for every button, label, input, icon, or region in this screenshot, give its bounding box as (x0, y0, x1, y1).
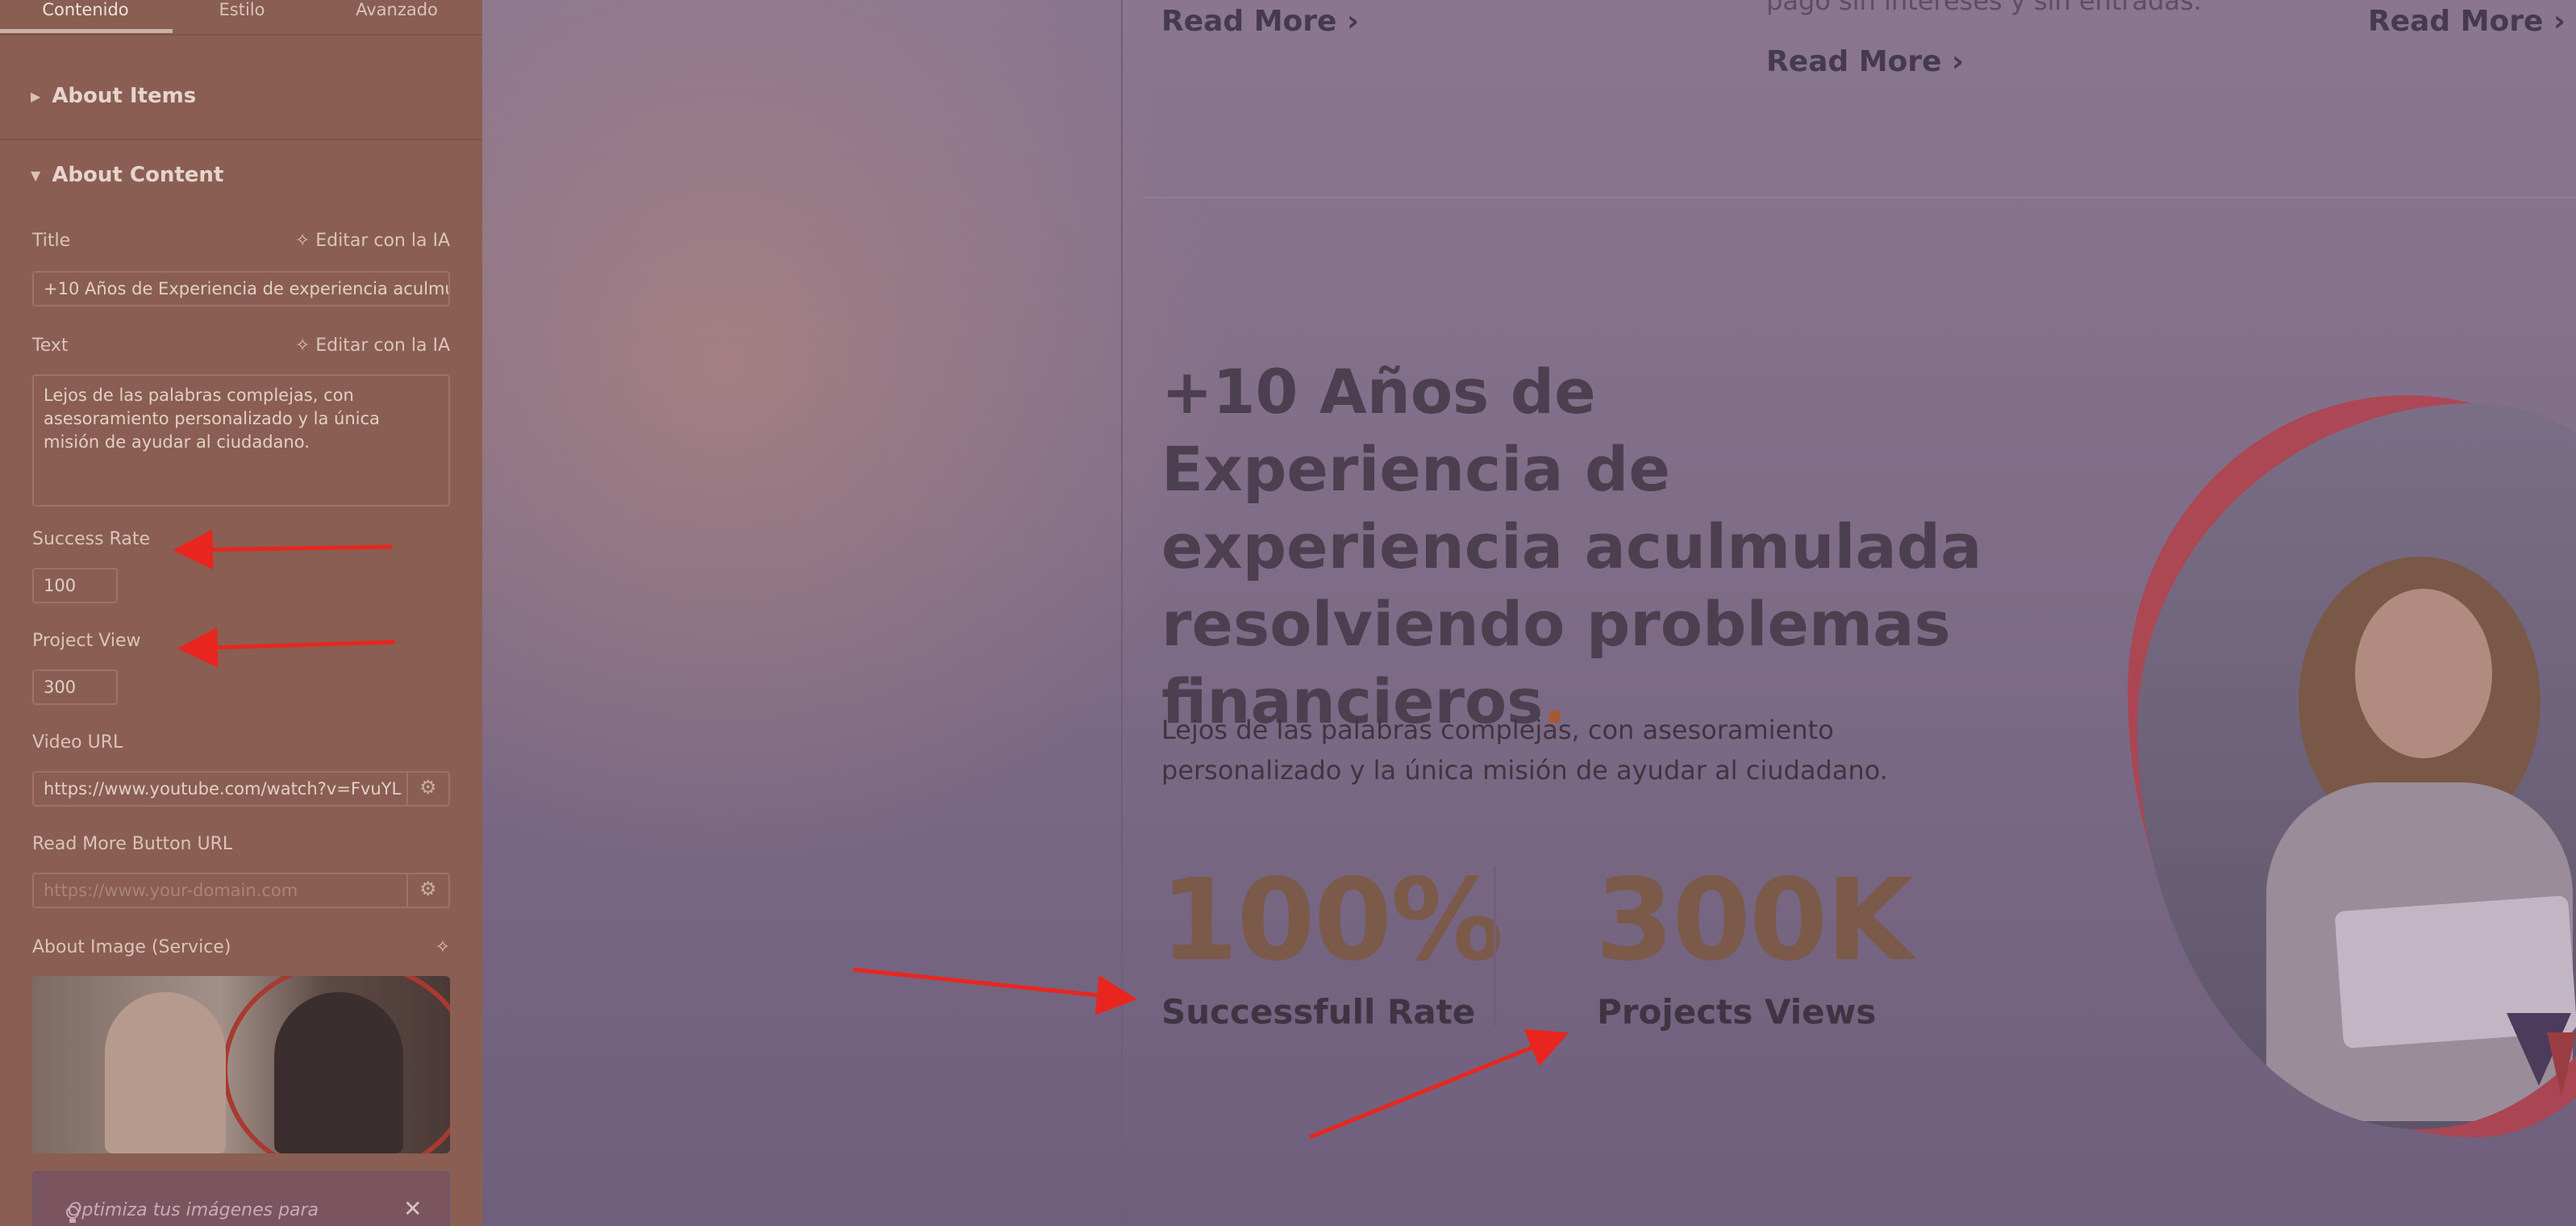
section-about-content[interactable]: ▼ About Content (31, 163, 223, 187)
title-label: Title (32, 231, 71, 251)
chevron-right-icon: › (1347, 5, 1359, 38)
read-more-label: Read More (2368, 5, 2544, 38)
read-more-link-2[interactable]: Read More › (1766, 45, 1964, 78)
editor-tabs: Contenido Estilo Avanzado (0, 0, 482, 34)
caret-down-icon: ▼ (31, 167, 41, 183)
success-rate-label: Success Rate (32, 529, 150, 549)
section-divider (0, 139, 482, 140)
close-icon[interactable]: ✕ (403, 1195, 422, 1222)
about-heading: +10 Años de Experiencia de experiencia a… (1161, 353, 2016, 740)
input-divider (406, 874, 408, 907)
page-preview: Read More › pago sin intereses y sin ent… (482, 0, 2576, 1226)
triangle-decoration (2547, 1032, 2576, 1097)
stat-projects-number: 300K (1595, 855, 1914, 986)
about-description: Lejos de las palabras complejas, con ase… (1161, 715, 1888, 786)
stat-projects-label: Projects Views (1597, 992, 1877, 1032)
read-more-label: Read More (1766, 45, 1942, 78)
gear-icon[interactable]: ⚙ (419, 776, 437, 799)
column-divider (1121, 0, 1123, 1226)
input-divider (406, 773, 408, 805)
text-ai-label: Editar con la IA (315, 336, 450, 356)
about-image-thumbnail[interactable] (32, 976, 450, 1153)
service-text-fragment: pago sin intereses y sin entradas. (1766, 0, 2202, 16)
video-url-label: Video URL (32, 732, 123, 753)
read-more-label: Read More (1161, 5, 1337, 38)
row-divider (1144, 197, 2576, 198)
tabs-divider (0, 34, 482, 35)
sparkle-icon: ✧ (294, 336, 311, 356)
about-image-label: About Image (Service) (32, 937, 231, 957)
stat-success-number: 100% (1160, 855, 1504, 986)
image-ai-icon[interactable]: ✧ (436, 937, 450, 957)
about-heading-text: +10 Años de Experiencia de experiencia a… (1161, 356, 1982, 737)
success-rate-input[interactable]: 100 (32, 568, 118, 603)
section-about-items[interactable]: ▶ About Items (31, 84, 196, 108)
caret-right-icon: ▶ (31, 88, 41, 104)
sparkle-icon: ✧ (294, 231, 311, 251)
photo-face (2355, 589, 2492, 758)
read-more-link-1[interactable]: Read More › (1161, 5, 1359, 38)
chevron-right-icon: › (1952, 45, 1964, 78)
tab-avanzado[interactable]: Avanzado (316, 0, 477, 19)
image-person-woman (105, 992, 226, 1153)
section-about-content-label: About Content (52, 163, 224, 187)
tab-estilo[interactable]: Estilo (161, 0, 323, 19)
text-label: Text (32, 336, 69, 356)
gear-icon[interactable]: ⚙ (419, 878, 437, 900)
title-input[interactable]: +10 Años de Experiencia de experiencia a… (32, 271, 450, 306)
read-more-url-label: Read More Button URL (32, 834, 233, 854)
read-more-url-input[interactable]: https://www.your-domain.com (32, 873, 450, 908)
text-textarea[interactable]: Lejos de las palabras complejas, con ase… (32, 374, 450, 507)
editor-panel: Contenido Estilo Avanzado ▶ About Items … (0, 0, 482, 1226)
project-view-label: Project View (32, 631, 141, 651)
read-more-link-3[interactable]: Read More › (2368, 5, 2566, 38)
active-tab-indicator (0, 29, 173, 33)
optimize-notice-text: Optimiza tus imágenes para (68, 1200, 319, 1220)
title-ai-button[interactable]: ✧ Editar con la IA (295, 231, 450, 251)
image-person-man (274, 992, 403, 1153)
section-about-items-label: About Items (52, 84, 197, 108)
project-view-input[interactable]: 300 (32, 669, 118, 705)
stat-success-label: Successfull Rate (1161, 992, 1476, 1032)
chevron-right-icon: › (2553, 5, 2566, 38)
tab-contenido[interactable]: Contenido (5, 0, 166, 19)
stats-divider (1494, 866, 1496, 1028)
title-ai-label: Editar con la IA (315, 231, 450, 251)
video-url-input[interactable]: https://www.youtube.com/watch?v=FvuYL (32, 771, 450, 807)
text-ai-button[interactable]: ✧ Editar con la IA (295, 336, 450, 356)
